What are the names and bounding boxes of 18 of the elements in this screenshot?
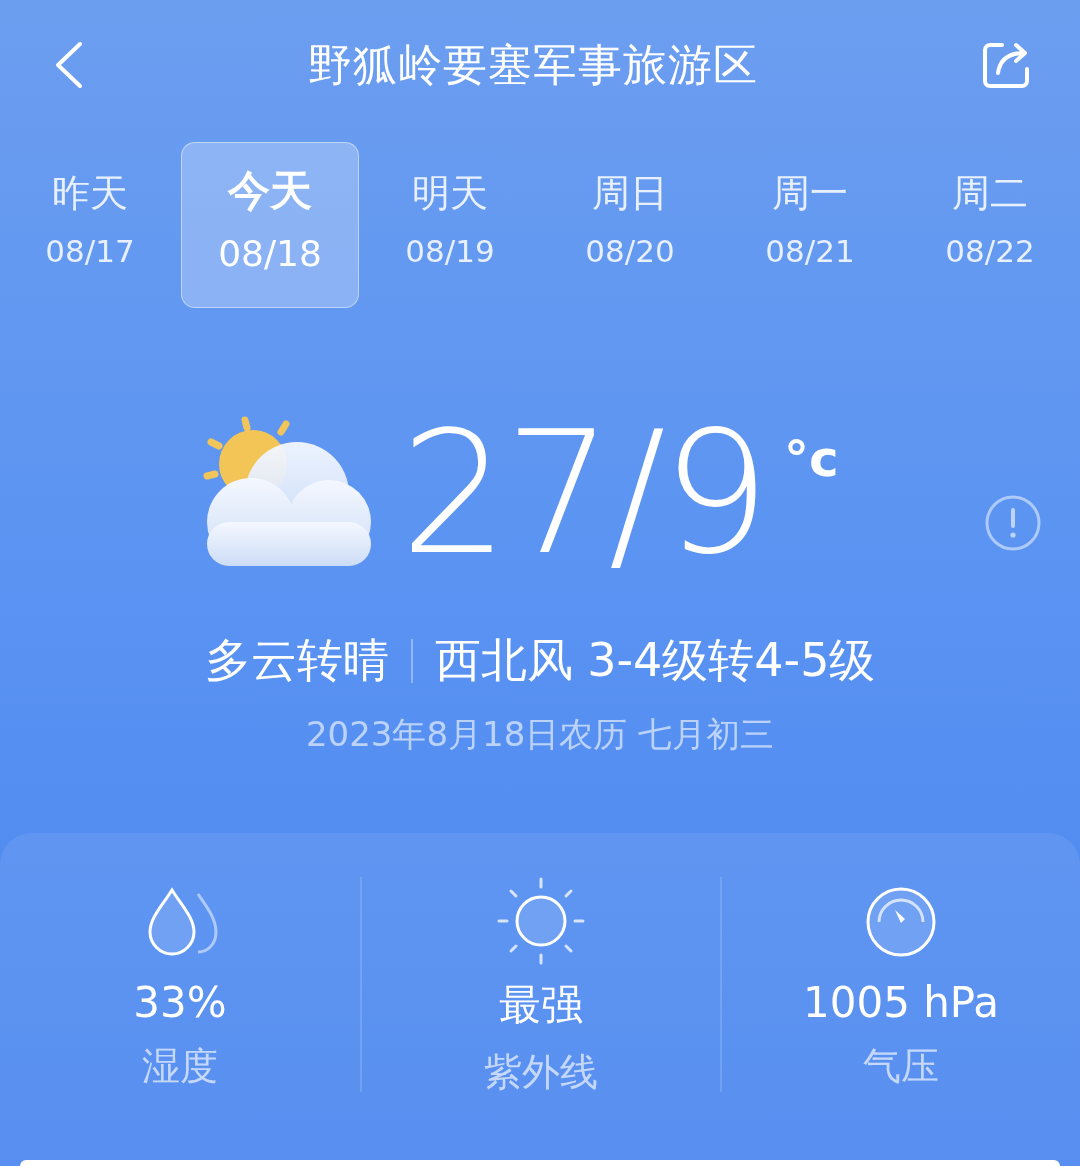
stat-label: 湿度 (142, 1043, 218, 1090)
temperature-unit: °c (784, 430, 839, 488)
day-tab[interactable]: 周一 08/21 (720, 142, 900, 308)
wind-info: 西北风 3-4级转4-5级 (434, 632, 876, 689)
day-tab[interactable]: 周日 08/20 (540, 142, 720, 308)
weather-condition: 多云转晴 (204, 632, 389, 689)
stat-label: 气压 (863, 1043, 939, 1090)
day-tab[interactable]: 昨天 08/17 (0, 142, 180, 308)
stat-value: 1005 hPa (802, 978, 999, 1027)
stat-label: 紫外线 (484, 1049, 598, 1096)
location-title: 野狐岭要塞军事旅游区 (308, 37, 758, 92)
day-tab[interactable]: 明天 08/19 (360, 142, 540, 308)
stat-value: 最强 (499, 979, 583, 1031)
stat-value: 33% (133, 978, 227, 1027)
temperature-range: 27/9 (400, 408, 767, 578)
day-tab[interactable]: 今天 08/18 (181, 142, 359, 308)
day-tab[interactable]: 周二 08/22 (900, 142, 1080, 308)
date-text: 2023年8月18日农历 七月初三 (304, 713, 776, 756)
